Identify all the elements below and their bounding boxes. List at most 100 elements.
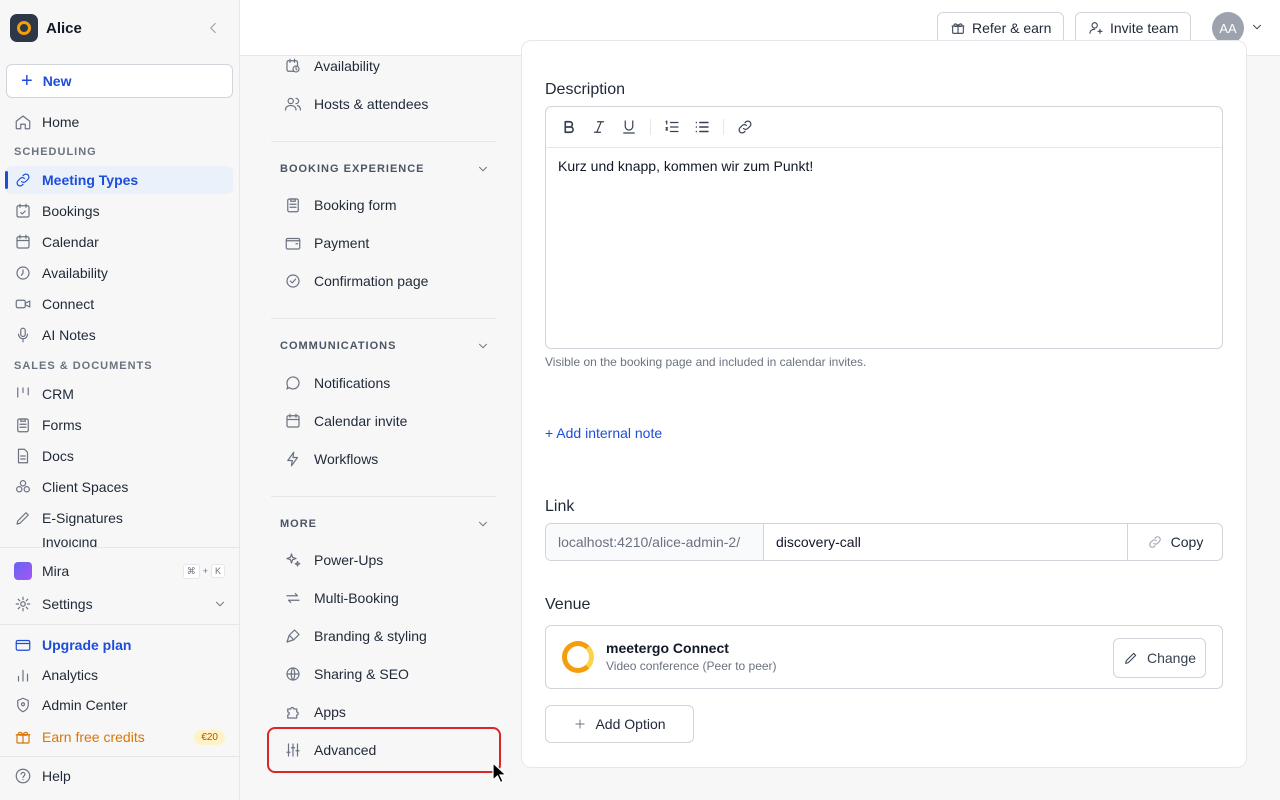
menu-item-payment[interactable]: Payment	[284, 231, 369, 255]
sidebar-item-earn-credits[interactable]: Earn free credits €20	[6, 723, 233, 751]
sidebar-item-bookings[interactable]: Bookings	[6, 197, 233, 225]
add-option-label: Add Option	[595, 716, 666, 732]
menu-item-label: Availability	[314, 58, 380, 74]
menu-item-label: Hosts & attendees	[314, 96, 429, 112]
divider	[271, 141, 496, 142]
home-icon	[15, 115, 31, 130]
ordered-list-icon[interactable]	[663, 118, 681, 136]
sidebar-item-ai-notes[interactable]: AI Notes	[6, 321, 233, 349]
kanban-icon	[17, 387, 29, 398]
mouse-cursor-icon	[492, 762, 508, 784]
puzzle-icon	[287, 706, 299, 719]
new-button-label: New	[42, 73, 72, 89]
add-option-button[interactable]: Add Option	[545, 705, 694, 743]
collapse-sidebar-icon[interactable]	[204, 19, 222, 37]
section-label: BOOKING EXPERIENCE	[280, 163, 425, 175]
workspace-switcher[interactable]: Alice	[10, 14, 230, 42]
sidebar-item-label: Analytics	[42, 667, 99, 683]
menu-item-label: Booking form	[314, 197, 397, 213]
link-label: Link	[545, 498, 575, 515]
menu-item-notifications[interactable]: Notifications	[284, 371, 390, 395]
menu-item-calendar-invite[interactable]: Calendar invite	[284, 409, 407, 433]
sidebar-item-label: E-Signatures	[42, 510, 123, 526]
sidebar-item-forms[interactable]: Forms	[6, 411, 233, 439]
sidebar-item-admin-center[interactable]: Admin Center	[6, 691, 233, 719]
menu-item-availability[interactable]: Availability	[284, 54, 380, 78]
sidebar-item-crm[interactable]: CRM	[6, 380, 233, 408]
toolbar-separator	[723, 119, 724, 135]
menu-item-sharing-seo[interactable]: Sharing & SEO	[284, 662, 409, 686]
sidebar-item-mira[interactable]: Mira ⌘ + K	[6, 557, 233, 585]
italic-icon[interactable]	[590, 118, 608, 136]
new-button[interactable]: + New	[6, 64, 233, 98]
sidebar-item-availability[interactable]: Availability	[6, 259, 233, 287]
venue-subtitle: Video conference (Peer to peer)	[606, 659, 777, 673]
menu-item-label: Payment	[314, 235, 370, 251]
sidebar-item-help[interactable]: Help	[6, 762, 233, 790]
help-icon	[15, 768, 31, 784]
section-more[interactable]: MORE	[280, 517, 490, 531]
sidebar-item-e-signatures[interactable]: E-Signatures	[6, 504, 233, 532]
menu-item-hosts-attendees[interactable]: Hosts & attendees	[284, 92, 428, 116]
sidebar-item-label: Meeting Types	[42, 172, 139, 188]
underline-icon[interactable]	[620, 118, 638, 136]
users-icon	[284, 97, 302, 111]
mira-icon	[14, 562, 32, 580]
sidebar-item-label: Docs	[42, 448, 74, 464]
sidebar-item-meeting-types[interactable]: Meeting Types	[5, 166, 233, 194]
section-label: MORE	[280, 518, 317, 530]
sidebar-item-analytics[interactable]: Analytics	[6, 661, 233, 689]
menu-item-branding-styling[interactable]: Branding & styling	[284, 624, 427, 648]
sidebar-item-invoicing[interactable]: Invoicing	[42, 538, 97, 547]
user-plus-icon	[1089, 22, 1103, 34]
copy-label: Copy	[1170, 534, 1204, 550]
menu-item-power-ups[interactable]: Power-Ups	[284, 548, 383, 572]
shortcut-plus: +	[202, 566, 208, 576]
workspace-name: Alice	[46, 19, 82, 37]
menu-item-label: Sharing & SEO	[314, 666, 409, 682]
description-text[interactable]: Kurz und knapp, kommen wir zum Punkt!	[546, 148, 1222, 184]
chevron-down-icon[interactable]	[1250, 20, 1264, 34]
link-slug-input[interactable]: discovery-call	[764, 524, 1127, 560]
description-editor[interactable]: Kurz und knapp, kommen wir zum Punkt!	[545, 106, 1223, 349]
menu-item-multi-booking[interactable]: Multi-Booking	[284, 586, 399, 610]
sidebar-item-label: CRM	[42, 386, 74, 402]
chevron-down-icon	[216, 601, 224, 607]
calendar-check-icon	[16, 203, 30, 218]
sidebar-item-label: Availability	[42, 265, 108, 281]
menu-item-workflows[interactable]: Workflows	[284, 447, 378, 471]
venue-title: meetergo Connect	[606, 640, 729, 656]
link-icon	[1148, 536, 1161, 548]
menu-item-label: Workflows	[314, 451, 379, 467]
video-icon	[15, 299, 31, 309]
gift-icon	[951, 23, 965, 34]
sidebar-item-calendar[interactable]: Calendar	[6, 228, 233, 256]
copy-button[interactable]: Copy	[1127, 524, 1222, 560]
bullet-list-icon[interactable]	[693, 118, 711, 136]
bold-icon[interactable]	[560, 118, 578, 136]
divider	[0, 547, 239, 548]
menu-item-apps[interactable]: Apps	[284, 700, 346, 724]
sidebar-item-upgrade-plan[interactable]: Upgrade plan	[6, 631, 233, 659]
menu-item-label: Power-Ups	[314, 552, 384, 568]
change-venue-button[interactable]: Change	[1113, 638, 1206, 678]
sidebar-item-settings[interactable]: Settings	[6, 590, 233, 618]
menu-item-confirmation-page[interactable]: Confirmation page	[284, 269, 428, 293]
sidebar-item-client-spaces[interactable]: Client Spaces	[6, 473, 233, 501]
add-internal-note-link[interactable]: + Add internal note	[545, 425, 662, 441]
check-circle-icon	[286, 274, 300, 288]
sidebar-item-home[interactable]: Home	[6, 108, 233, 136]
section-communications[interactable]: COMMUNICATIONS	[280, 339, 490, 353]
link-icon[interactable]	[736, 118, 754, 136]
section-booking-experience[interactable]: BOOKING EXPERIENCE	[280, 162, 490, 176]
calendar-clock-icon	[286, 58, 300, 73]
description-hint: Visible on the booking page and included…	[545, 355, 867, 369]
divider	[0, 624, 239, 625]
sidebar-item-connect[interactable]: Connect	[6, 290, 233, 318]
sidebar-item-docs[interactable]: Docs	[6, 442, 233, 470]
meetergo-logo	[562, 641, 594, 673]
advanced-highlight-box	[267, 727, 501, 773]
menu-item-booking-form[interactable]: Booking form	[284, 193, 396, 217]
lightning-icon	[287, 451, 299, 467]
venue-label: Venue	[545, 596, 591, 613]
